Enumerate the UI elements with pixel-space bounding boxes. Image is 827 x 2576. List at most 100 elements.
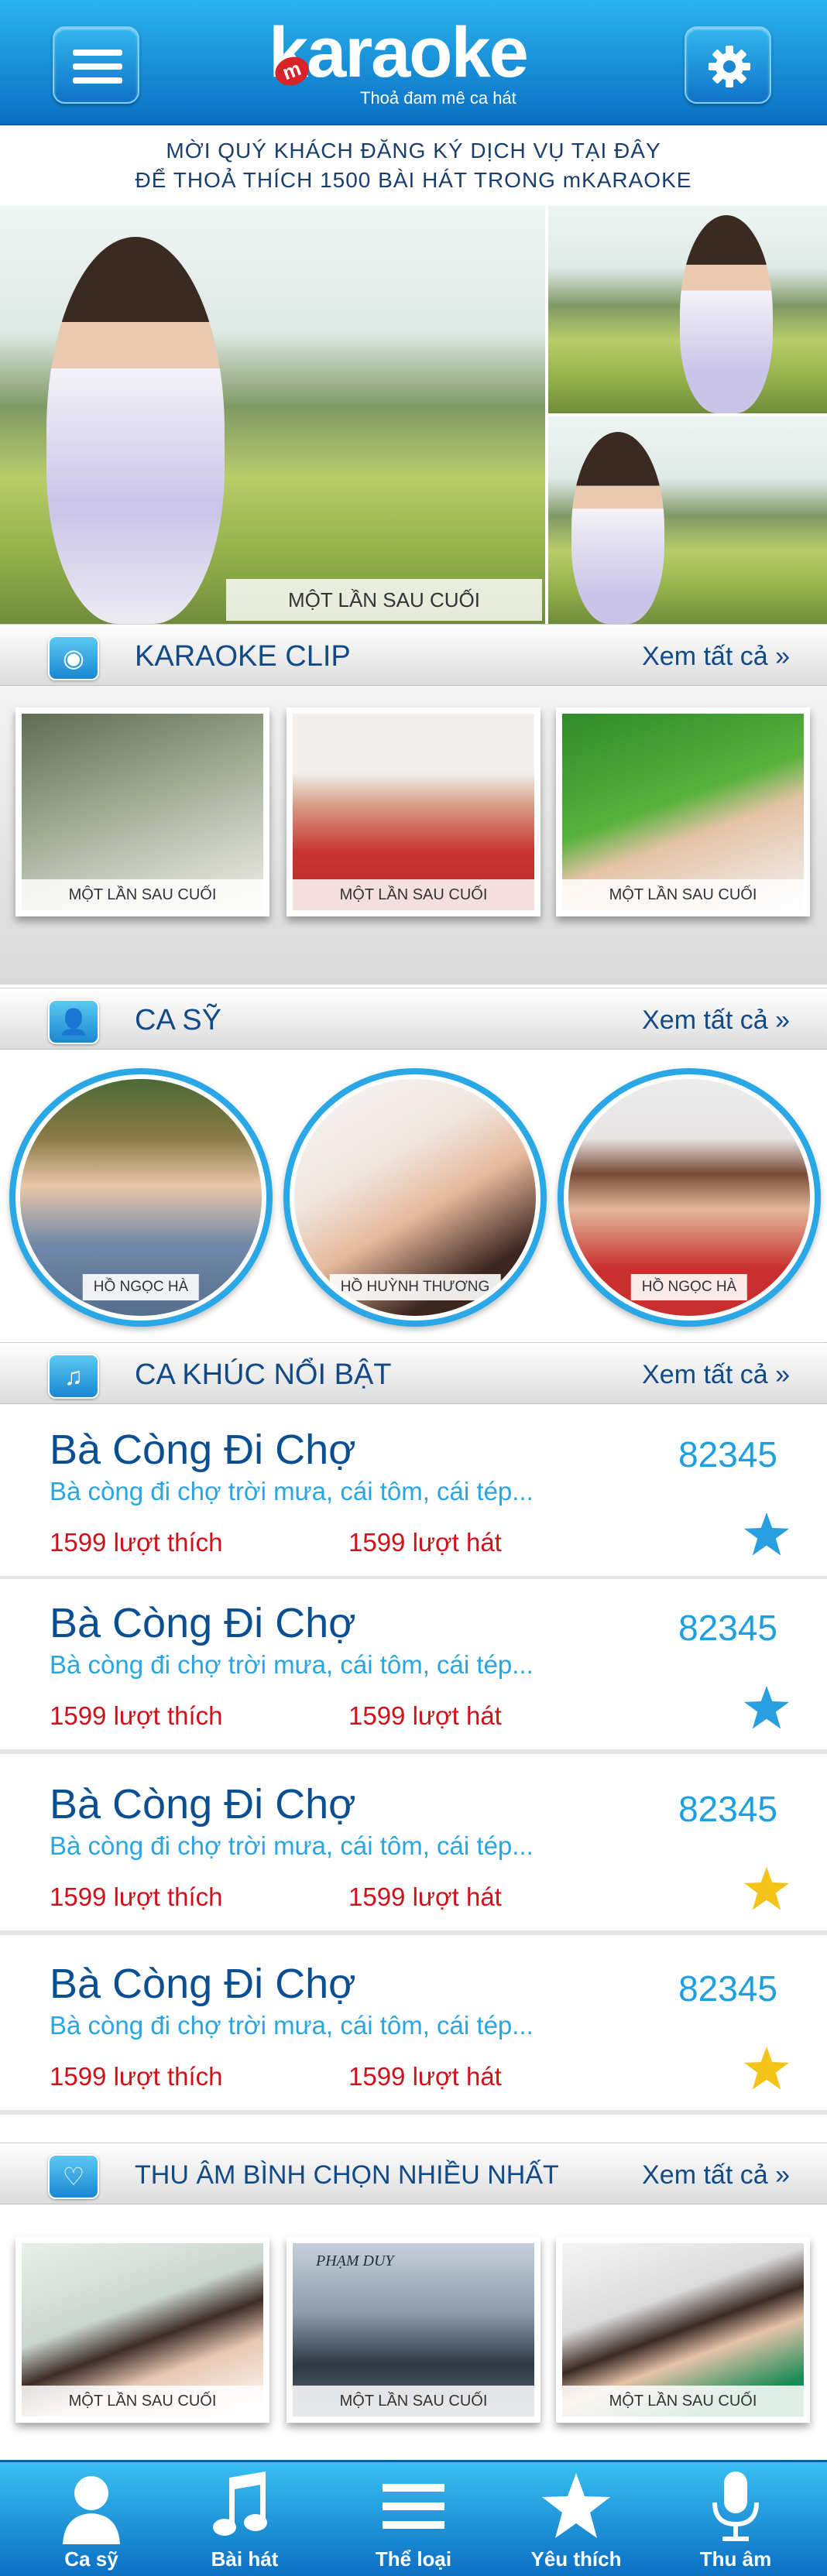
clip-caption: MỘT LẦN SAU CUỐI: [293, 879, 534, 910]
tab-label: Bài hát: [211, 2547, 279, 2571]
album-overlay-text: PHẠM DUY: [316, 2252, 394, 2269]
bottom-tab-bar: Ca sỹ Bài hát Thể loại Yêu thích Thu âm: [0, 2460, 827, 2576]
song-code: 82345: [678, 1968, 777, 2009]
tab-songs[interactable]: Bài hát: [167, 2462, 322, 2576]
star-icon[interactable]: [740, 1508, 793, 1560]
section-title: CA SỸ: [135, 1004, 221, 1036]
app-header: karaoke m Thoả đam mê ca hát: [0, 0, 827, 125]
song-lyrics: Bà còng đi chợ trời mưa, cái tôm, cái té…: [50, 1477, 534, 1506]
top-recordings-row: MỘT LẦN SAU CUỐI PHẠM DUY MỘT LẦN SAU CU…: [0, 2204, 827, 2460]
star-icon[interactable]: [740, 2042, 793, 2095]
hero-banner-bottom-right[interactable]: [548, 416, 827, 624]
song-plays: 1599 lượt hát: [348, 1701, 502, 1730]
music-note-icon: ♫: [48, 1354, 99, 1399]
singer-card[interactable]: HỒ NGỌC HÀ: [558, 1068, 821, 1327]
promo-line-1: MỜI QUÝ KHÁCH ĐĂNG KÝ DỊCH VỤ TẠI ĐÂY: [166, 139, 661, 163]
singer-icon: [63, 2476, 120, 2544]
star-icon[interactable]: [740, 1862, 793, 1915]
tab-label: Thể loại: [375, 2547, 452, 2571]
recording-caption: MỘT LẦN SAU CUỐI: [293, 2386, 534, 2417]
recording-card[interactable]: PHẠM DUY MỘT LẦN SAU CUỐI: [287, 2237, 540, 2423]
song-likes: 1599 lượt thích: [50, 2062, 223, 2091]
see-all-label: Xem tất cả: [642, 2160, 768, 2190]
tab-favorites[interactable]: Yêu thích: [499, 2462, 654, 2576]
app-root: karaoke m Thoả đam mê ca hát MỜI QUÝ KHÁ…: [0, 0, 827, 2576]
music-note-icon: [213, 2472, 267, 2536]
clip-caption: MỘT LẦN SAU CUỐI: [22, 879, 263, 910]
tab-label: Yêu thích: [530, 2547, 622, 2571]
menu-button[interactable]: [53, 26, 139, 104]
disc-icon: ◉: [48, 635, 99, 680]
see-all-link[interactable]: Xem tất cả »: [642, 642, 790, 672]
section-top-recordings: ♡ THU ÂM BÌNH CHỌN NHIỀU NHẤT Xem tất cả…: [0, 2143, 827, 2204]
song-title: Bà Còng Đi Chợ: [50, 1961, 356, 2007]
section-title: THU ÂM BÌNH CHỌN NHIỀU NHẤT: [135, 2160, 559, 2190]
singer-name: HỒ HUỲNH THƯƠNG: [329, 1274, 501, 1300]
song-likes: 1599 lượt thích: [50, 1882, 223, 1911]
heart-icon: ♡: [48, 2154, 99, 2199]
section-title: KARAOKE CLIP: [135, 640, 351, 673]
singer-card[interactable]: HỒ HUỲNH THƯƠNG: [283, 1068, 547, 1327]
section-featured-songs: ♫ CA KHÚC NỔI BẬT Xem tất cả »: [0, 1342, 827, 1404]
song-row[interactable]: Bà Còng Đi Chợ 82345 Bà còng đi chợ trời…: [0, 1940, 827, 2115]
section-karaoke-clip: ◉ KARAOKE CLIP Xem tất cả »: [0, 624, 827, 686]
song-row[interactable]: Bà Còng Đi Chợ 82345 Bà còng đi chợ trời…: [0, 1760, 827, 1935]
clip-caption: MỘT LẦN SAU CUỐI: [562, 879, 804, 910]
song-lyrics: Bà còng đi chợ trời mưa, cái tôm, cái té…: [50, 2011, 534, 2040]
tab-genres[interactable]: Thể loại: [336, 2462, 491, 2576]
song-row[interactable]: Bà Còng Đi Chợ 82345 Bà còng đi chợ trời…: [0, 1406, 827, 1581]
hero-thumb-photo: [680, 215, 773, 413]
hero-banner-main[interactable]: MỘT LẦN SAU CUỐI: [0, 206, 545, 624]
person-icon: 👤: [48, 999, 99, 1044]
clip-card[interactable]: MỘT LẦN SAU CUỐI: [15, 707, 269, 916]
recording-caption: MỘT LẦN SAU CUỐI: [562, 2386, 804, 2417]
song-lyrics: Bà còng đi chợ trời mưa, cái tôm, cái té…: [50, 1650, 534, 1679]
see-all-label: Xem tất cả: [642, 1005, 768, 1035]
list-icon: [383, 2484, 444, 2529]
singer-name: HỒ NGỌC HÀ: [82, 1274, 200, 1300]
tab-label: Thu âm: [699, 2547, 772, 2571]
register-promo[interactable]: MỜI QUÝ KHÁCH ĐĂNG KÝ DỊCH VỤ TẠI ĐÂY ĐỂ…: [0, 128, 827, 204]
see-all-link[interactable]: Xem tất cả »: [642, 1360, 790, 1390]
song-title: Bà Còng Đi Chợ: [50, 1427, 356, 1473]
karaoke-clip-row: MỘT LẦN SAU CUỐI MỘT LẦN SAU CUỐI MỘT LẦ…: [0, 686, 827, 985]
see-all-label: Xem tất cả: [642, 1360, 768, 1389]
hero-banner-top-right[interactable]: [548, 206, 827, 413]
app-slogan: Thoả đam mê ca hát: [360, 88, 516, 108]
double-chevron-right-icon: »: [775, 1005, 790, 1035]
app-logo: karaoke m Thoả đam mê ca hát: [259, 14, 585, 108]
settings-button[interactable]: [685, 26, 771, 104]
gear-icon: [709, 46, 750, 87]
section-singers: 👤 CA SỸ Xem tất cả »: [0, 988, 827, 1050]
see-all-link[interactable]: Xem tất cả »: [642, 2160, 790, 2191]
recording-caption: MỘT LẦN SAU CUỐI: [22, 2386, 263, 2417]
song-row[interactable]: Bà Còng Đi Chợ 82345 Bà còng đi chợ trời…: [0, 1579, 827, 1754]
tab-label: Ca sỹ: [64, 2547, 118, 2571]
song-plays: 1599 lượt hát: [348, 1528, 502, 1557]
tab-singers[interactable]: Ca sỹ: [14, 2462, 169, 2576]
recording-card[interactable]: MỘT LẦN SAU CUỐI: [15, 2237, 269, 2423]
microphone-icon: [712, 2472, 759, 2541]
double-chevron-right-icon: »: [775, 2160, 790, 2190]
song-code: 82345: [678, 1608, 777, 1648]
clip-card[interactable]: MỘT LẦN SAU CUỐI: [287, 707, 540, 916]
song-plays: 1599 lượt hát: [348, 1882, 502, 1911]
song-code: 82345: [678, 1789, 777, 1829]
clip-card[interactable]: MỘT LẦN SAU CUỐI: [556, 707, 810, 916]
singer-name: HỒ NGỌC HÀ: [630, 1274, 748, 1300]
recording-card[interactable]: MỘT LẦN SAU CUỐI: [556, 2237, 810, 2423]
see-all-link[interactable]: Xem tất cả »: [642, 1005, 790, 1036]
song-code: 82345: [678, 1434, 777, 1475]
tab-recordings[interactable]: Thu âm: [658, 2462, 813, 2576]
song-likes: 1599 lượt thích: [50, 1528, 223, 1557]
hamburger-icon: [73, 50, 122, 84]
promo-line-2: ĐỂ THOẢ THÍCH 1500 BÀI HÁT TRONG mKARAOK…: [135, 168, 692, 192]
song-plays: 1599 lượt hát: [348, 2062, 502, 2091]
star-icon[interactable]: [740, 1681, 793, 1734]
double-chevron-right-icon: »: [775, 1360, 790, 1389]
section-title: CA KHÚC NỔI BẬT: [135, 1358, 392, 1391]
hero-photo: [46, 237, 225, 624]
song-title: Bà Còng Đi Chợ: [50, 1781, 356, 1828]
singer-card[interactable]: HỒ NGỌC HÀ: [9, 1068, 273, 1327]
star-icon: [542, 2473, 610, 2538]
